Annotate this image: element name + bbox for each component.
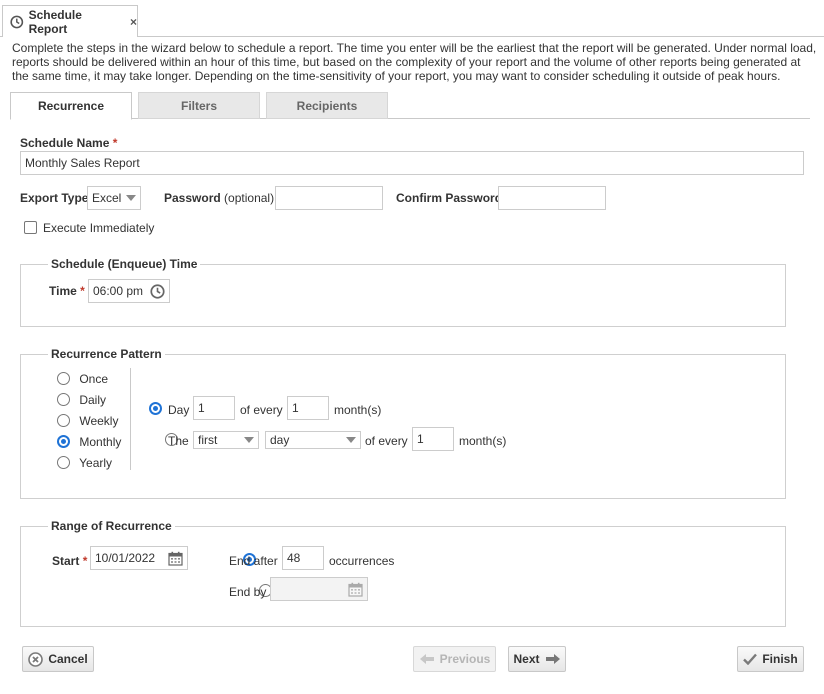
- confirm-password-label: Confirm Password: [396, 191, 503, 205]
- execute-immediately-checkbox[interactable]: [24, 221, 37, 234]
- tab-title: Schedule Report: [28, 7, 82, 36]
- occurrences-label: occurrences: [329, 554, 395, 568]
- previous-label: Previous: [439, 652, 491, 666]
- range-fieldset: [20, 526, 786, 627]
- cancel-label: Cancel: [48, 652, 88, 666]
- end-after-value: 48: [287, 551, 301, 565]
- of-every-label: of every: [240, 403, 283, 417]
- pattern-option-weekly[interactable]: Weekly: [57, 414, 118, 430]
- time-value: 06:00 pm: [93, 284, 144, 298]
- chevron-down-icon: [126, 195, 136, 201]
- tab-filters-label: Filters: [180, 98, 217, 113]
- password-optional-text: (optional): [224, 191, 275, 205]
- pattern-option-daily[interactable]: Daily: [57, 393, 106, 409]
- every-months-input-2[interactable]: 1: [412, 427, 454, 451]
- confirm-password-input[interactable]: [498, 186, 606, 210]
- of-every-label-2: of every: [365, 434, 408, 448]
- checkmark-icon: [743, 653, 758, 665]
- daily-label: Daily: [79, 393, 107, 407]
- ordinal-select[interactable]: first: [193, 431, 259, 449]
- time-label: Time *: [49, 284, 85, 298]
- start-date-input[interactable]: 10/01/2022: [90, 546, 188, 570]
- password-label-text: Password: [164, 191, 221, 205]
- pattern-option-once[interactable]: Once: [57, 372, 108, 388]
- day-number-value: 1: [198, 401, 205, 415]
- required-mark: *: [82, 554, 88, 568]
- weekday-select[interactable]: day: [265, 431, 361, 449]
- weekly-radio[interactable]: [57, 414, 70, 427]
- recurrence-pattern-legend: Recurrence Pattern: [48, 347, 165, 361]
- tab-recipients[interactable]: Recipients: [266, 92, 388, 119]
- months-label-2: month(s): [459, 434, 507, 448]
- end-after-input[interactable]: 48: [282, 546, 324, 570]
- day-number-input[interactable]: 1: [193, 396, 235, 420]
- schedule-name-value: Monthly Sales Report: [25, 156, 140, 170]
- weekday-value: day: [270, 433, 290, 447]
- tab-recurrence[interactable]: Recurrence: [10, 92, 132, 120]
- password-label: Password (optional): [164, 191, 274, 205]
- tab-recipients-label: Recipients: [296, 98, 358, 113]
- recurrence-pattern-fieldset: [20, 354, 786, 499]
- end-by-label: End by: [229, 585, 267, 599]
- monthly-label: Monthly: [79, 435, 122, 449]
- schedule-name-label: Schedule Name *: [20, 136, 117, 150]
- range-legend: Range of Recurrence: [48, 519, 175, 533]
- tab-filters[interactable]: Filters: [138, 92, 260, 119]
- arrow-left-icon: [419, 654, 434, 664]
- export-type-value: Excel: [92, 191, 122, 205]
- every-months-value-2: 1: [417, 432, 424, 446]
- arrow-right-icon: [545, 654, 560, 664]
- schedule-name-input[interactable]: Monthly Sales Report: [20, 151, 804, 175]
- end-after-label: End after: [229, 554, 278, 568]
- every-months-input[interactable]: 1: [287, 396, 329, 420]
- next-label: Next: [513, 652, 540, 666]
- daily-radio[interactable]: [57, 393, 70, 406]
- once-radio[interactable]: [57, 372, 70, 385]
- months-label: month(s): [334, 403, 382, 417]
- once-label: Once: [79, 372, 109, 386]
- previous-button[interactable]: Previous: [413, 646, 496, 672]
- day-option-radio[interactable]: [149, 402, 162, 415]
- monthly-radio[interactable]: [57, 435, 70, 448]
- the-option-label: The: [168, 434, 189, 448]
- end-by-date-input[interactable]: [270, 577, 368, 601]
- yearly-label: Yearly: [79, 456, 113, 470]
- start-date-value: 10/01/2022: [95, 551, 156, 565]
- pattern-option-yearly[interactable]: Yearly: [57, 456, 112, 472]
- cancel-button[interactable]: Cancel: [22, 646, 94, 672]
- every-months-value: 1: [292, 401, 299, 415]
- pattern-option-monthly[interactable]: Monthly: [57, 435, 121, 451]
- clock-icon: [10, 15, 24, 28]
- clock-icon[interactable]: [150, 283, 165, 299]
- schedule-name-label-text: Schedule Name: [20, 136, 110, 150]
- time-label-text: Time: [49, 284, 77, 298]
- day-option-label: Day: [168, 403, 190, 417]
- export-type-label: Export Type: [20, 191, 89, 205]
- required-mark: *: [80, 284, 85, 298]
- weekly-label: Weekly: [79, 414, 119, 428]
- enqueue-time-legend: Schedule (Enqueue) Time: [48, 257, 201, 271]
- cancel-icon: [28, 651, 44, 667]
- pattern-divider: [130, 368, 131, 470]
- next-button[interactable]: Next: [508, 646, 566, 672]
- yearly-radio[interactable]: [57, 456, 70, 469]
- password-input[interactable]: [275, 186, 383, 210]
- chevron-down-icon: [346, 437, 356, 443]
- export-type-select[interactable]: Excel: [87, 186, 141, 210]
- ordinal-value: first: [198, 433, 218, 447]
- start-label: Start *: [52, 554, 87, 568]
- close-tab-icon[interactable]: ×: [130, 15, 137, 29]
- finish-label: Finish: [762, 652, 798, 666]
- execute-immediately-label: Execute Immediately: [43, 221, 155, 235]
- time-input[interactable]: 06:00 pm: [88, 279, 170, 303]
- required-mark: *: [112, 136, 118, 150]
- tab-recurrence-label: Recurrence: [37, 99, 105, 113]
- finish-button[interactable]: Finish: [737, 646, 804, 672]
- schedule-report-tab[interactable]: Schedule Report ×: [2, 5, 138, 37]
- chevron-down-icon: [244, 437, 254, 443]
- calendar-icon[interactable]: [168, 551, 183, 566]
- calendar-icon[interactable]: [348, 582, 363, 597]
- intro-text: Complete the steps in the wizard below t…: [12, 41, 817, 83]
- start-label-text: Start: [52, 554, 80, 568]
